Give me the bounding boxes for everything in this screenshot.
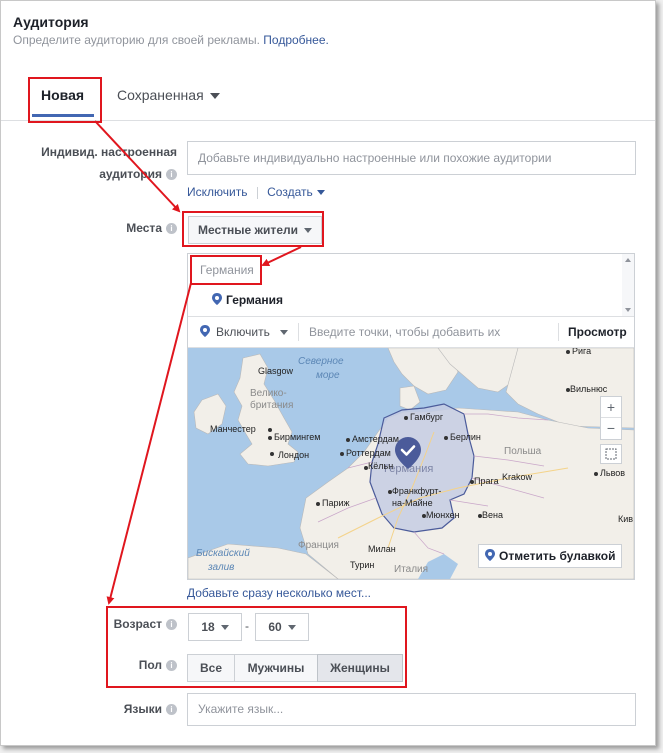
annotation-arrows <box>94 120 302 605</box>
audience-panel: Аудитория Определите аудиторию для своей… <box>0 0 656 746</box>
